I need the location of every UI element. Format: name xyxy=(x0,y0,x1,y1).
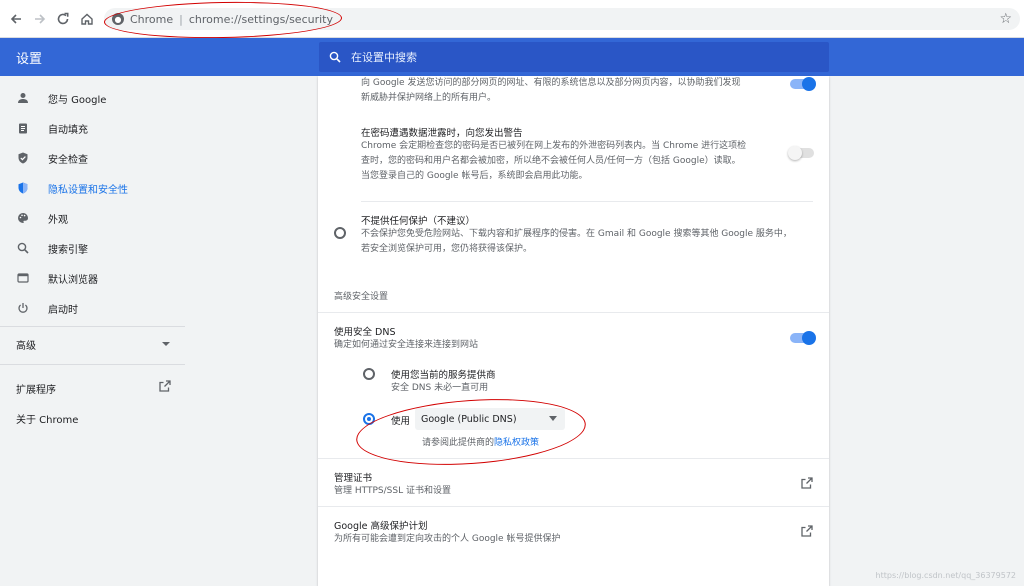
divider xyxy=(361,201,813,202)
sidebar-item-label: 启动时 xyxy=(48,304,78,316)
sidebar-divider xyxy=(0,326,185,327)
shield-check-icon xyxy=(16,151,30,165)
sidebar-item-label: 外观 xyxy=(48,214,68,226)
sidebar-item-label: 您与 Google xyxy=(48,94,107,106)
settings-header: 设置 在设置中搜索 xyxy=(0,38,1024,76)
sidebar-item-privacy-security[interactable]: 隐私设置和安全性 xyxy=(0,174,185,202)
advanced-protection-title: Google 高级保护计划 xyxy=(334,521,428,532)
no-protection-desc-line2: 若安全浏览保护可用，您仍将获得该保护。 xyxy=(361,244,533,254)
back-icon[interactable] xyxy=(6,9,26,29)
dns-current-provider-desc: 安全 DNS 未必一直可用 xyxy=(391,383,489,393)
sidebar-item-label: 自动填充 xyxy=(48,124,88,136)
power-icon xyxy=(16,301,30,315)
secure-dns-title: 使用安全 DNS xyxy=(334,327,396,338)
password-leak-desc-line2: 查时，您的密码和用户名都会被加密，所以绝不会被任何人员/任何一方（包括 Goog… xyxy=(361,156,741,166)
sidebar-item-default-browser[interactable]: 默认浏览器 xyxy=(0,264,185,292)
sidebar-item-label: 搜索引擎 xyxy=(48,244,88,256)
browser-icon xyxy=(16,271,30,285)
divider xyxy=(318,312,829,313)
enhanced-protection-desc-line1: 向 Google 发送您访问的部分网页的网址、有限的系统信息以及部分网页内容，以… xyxy=(361,78,741,88)
enhanced-protection-toggle[interactable] xyxy=(790,77,816,91)
sidebar-advanced-toggle[interactable]: 高级 xyxy=(0,330,185,358)
search-icon xyxy=(329,51,341,63)
settings-sidebar: 您与 Google 自动填充 安全检查 隐私设置和安全性 外观 搜索引擎 默认浏… xyxy=(0,76,185,586)
settings-card: 向 Google 发送您访问的部分网页的网址、有限的系统信息以及部分网页内容，以… xyxy=(318,76,829,586)
sidebar-item-extensions[interactable]: 扩展程序 xyxy=(16,381,56,396)
sidebar-item-label: 安全检查 xyxy=(48,154,88,166)
caret-down-icon xyxy=(162,342,170,346)
no-protection-desc-line1: 不会保护您免受危险网站、下载内容和扩展程序的侵害。在 Gmail 和 Googl… xyxy=(361,229,792,239)
password-leak-title: 在密码遭遇数据泄露时，向您发出警告 xyxy=(361,128,523,139)
search-placeholder: 在设置中搜索 xyxy=(351,51,417,64)
reload-icon[interactable] xyxy=(53,9,73,29)
watermark: https://blog.csdn.net/qq_36379572 xyxy=(875,571,1016,580)
sidebar-item-label: 隐私设置和安全性 xyxy=(48,184,128,196)
no-protection-title: 不提供任何保护（不建议） xyxy=(361,216,476,227)
sidebar-item-autofill[interactable]: 自动填充 xyxy=(0,114,185,142)
sidebar-item-label: 默认浏览器 xyxy=(48,274,98,286)
password-leak-desc-line1: Chrome 会定期检查您的密码是否已被列在网上发布的外泄密码列表内。当 Chr… xyxy=(361,141,747,151)
sidebar-item-safety-check[interactable]: 安全检查 xyxy=(0,144,185,172)
divider xyxy=(318,506,829,507)
sidebar-item-search-engine[interactable]: 搜索引擎 xyxy=(0,234,185,262)
browser-toolbar: ● Chrome | chrome://settings/security ☆ xyxy=(0,0,1024,41)
dns-current-provider-title: 使用您当前的服务提供商 xyxy=(391,370,496,381)
secure-dns-desc: 确定如何通过安全连接来连接到网站 xyxy=(334,340,479,350)
sidebar-item-appearance[interactable]: 外观 xyxy=(0,204,185,232)
secure-dns-toggle[interactable] xyxy=(790,331,816,345)
sidebar-divider xyxy=(0,364,185,365)
manage-certificates-title: 管理证书 xyxy=(334,473,373,484)
forward-icon[interactable] xyxy=(30,9,50,29)
red-annotation-circle xyxy=(103,0,343,41)
page-title: 设置 xyxy=(16,52,43,67)
password-leak-desc-line3: 当您登录自己的 Google 帐号后，系统即会启用此功能。 xyxy=(361,171,588,181)
shield-icon xyxy=(16,181,30,195)
open-in-new-icon[interactable] xyxy=(158,379,172,393)
sidebar-advanced-label: 高级 xyxy=(16,340,36,352)
clipboard-icon xyxy=(16,121,30,135)
settings-search-input[interactable]: 在设置中搜索 xyxy=(319,42,829,72)
sidebar-item-about-chrome[interactable]: 关于 Chrome xyxy=(16,411,78,426)
bookmark-star-icon[interactable]: ☆ xyxy=(999,11,1012,27)
advanced-security-header: 高级安全设置 xyxy=(334,292,389,302)
manage-certificates-desc: 管理 HTTPS/SSL 证书和设置 xyxy=(334,486,451,496)
palette-icon xyxy=(16,211,30,225)
dns-current-provider-radio[interactable] xyxy=(363,368,375,380)
open-in-new-icon[interactable] xyxy=(800,476,814,490)
home-icon[interactable] xyxy=(77,9,97,29)
password-leak-toggle[interactable] xyxy=(788,146,814,160)
sidebar-item-on-startup[interactable]: 启动时 xyxy=(0,294,185,322)
enhanced-protection-desc-line2: 新威胁并保护网络上的所有用户。 xyxy=(361,93,497,103)
open-in-new-icon[interactable] xyxy=(800,524,814,538)
search-icon xyxy=(16,241,30,255)
person-icon xyxy=(16,91,30,105)
no-protection-radio[interactable] xyxy=(334,227,346,239)
advanced-protection-desc: 为所有可能会遭到定向攻击的个人 Google 帐号提供保护 xyxy=(334,534,561,544)
sidebar-item-you-and-google[interactable]: 您与 Google xyxy=(0,84,185,112)
